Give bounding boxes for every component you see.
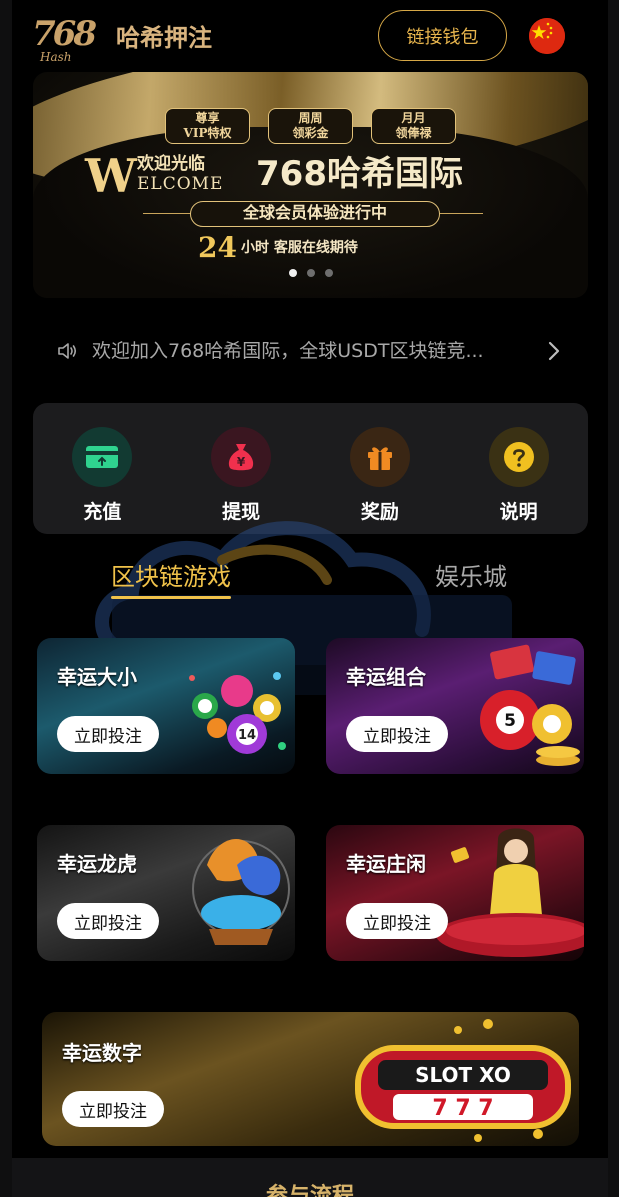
bet-now-button[interactable]: 立即投注: [57, 903, 159, 939]
banner-tag: 周周 领彩金: [268, 108, 353, 144]
carousel-dot[interactable]: [306, 269, 315, 277]
bet-now-button[interactable]: 立即投注: [346, 903, 448, 939]
bet-now-button[interactable]: 立即投注: [62, 1091, 164, 1127]
action-icon-circle: ¥: [211, 427, 272, 487]
banner-tag: 月月 领俸禄: [371, 108, 456, 144]
speaker-icon: [58, 343, 77, 359]
action-label: 说明: [499, 501, 538, 523]
svg-text:7 7 7: 7 7 7: [432, 1096, 493, 1121]
action-icon-circle: [349, 427, 410, 487]
game-card-lucky-combo[interactable]: 5 幸运组合 立即投注: [326, 638, 584, 774]
logo: 768 Hash: [32, 12, 102, 64]
question-icon: [503, 442, 534, 472]
welcome-cn: 欢迎光临: [137, 154, 205, 174]
lottery-ticket-image: 5: [480, 644, 580, 766]
game-name: 幸运龙虎: [57, 852, 137, 876]
money-bag-icon: ¥: [229, 444, 254, 471]
bet-now-button[interactable]: 立即投注: [57, 716, 159, 752]
service-number: 24: [198, 231, 237, 264]
card-icon: [86, 446, 119, 468]
banner-tags: 尊享 VIP特权 周周 领彩金 月月 领俸禄: [33, 108, 588, 144]
action-withdraw[interactable]: ¥ 提现: [181, 403, 301, 534]
game-card-lucky-number[interactable]: SLOT XO 7 7 7 幸运数字 立即投注: [42, 1012, 579, 1146]
action-reward[interactable]: 奖励: [320, 403, 440, 534]
service-text: 小时 客服在线期待: [240, 240, 358, 256]
action-icon-circle: [488, 427, 549, 487]
brand-title: 哈希押注: [116, 24, 212, 52]
action-label: 奖励: [360, 501, 399, 523]
banner-service: 24 小时 客服在线期待: [198, 232, 358, 264]
section-title: 参与流程: [265, 1184, 354, 1197]
lottery-balls-image: 14: [189, 672, 286, 754]
svg-text:SLOT XO: SLOT XO: [415, 1063, 511, 1087]
bet-now-button[interactable]: 立即投注: [346, 716, 448, 752]
dealer-table-image: [436, 828, 584, 957]
notice-bar[interactable]: 欢迎加入768哈希国际，全球USDT区块链竞...: [56, 332, 568, 370]
action-deposit[interactable]: 充值: [42, 403, 162, 534]
game-name: 幸运大小: [57, 665, 137, 689]
slot-machine-image: SLOT XO 7 7 7: [355, 1019, 571, 1142]
china-flag-icon[interactable]: [529, 18, 565, 54]
svg-text:5: 5: [504, 711, 516, 731]
chevron-right-icon[interactable]: [544, 339, 564, 363]
carousel-dot[interactable]: [324, 269, 333, 277]
connect-wallet-button[interactable]: 链接钱包: [378, 10, 507, 61]
gift-icon: [367, 447, 392, 470]
welcome-big-letter: W: [85, 149, 137, 203]
app-screen: 768 Hash 哈希押注 链接钱包 尊享 VIP特权 周周 领彩金 月月 领俸禄 W: [12, 0, 608, 1197]
action-icon-circle: [72, 427, 133, 487]
game-tabs: 区块链游戏 娱乐城: [12, 556, 608, 604]
tab-casino[interactable]: 娱乐城: [435, 562, 507, 592]
banner-tag: 尊享 VIP特权: [165, 108, 250, 144]
dragon-tiger-image: [192, 838, 290, 945]
carousel-dot[interactable]: [288, 269, 297, 277]
banner-title: 768哈希国际: [256, 154, 463, 194]
game-card-lucky-size[interactable]: 14 幸运大小 立即投注: [37, 638, 295, 774]
logo-sub: Hash: [40, 50, 72, 64]
svg-text:14: 14: [238, 728, 256, 743]
promo-banner[interactable]: 尊享 VIP特权 周周 领彩金 月月 领俸禄 W 欢迎光临 ELCOME 768哈希国…: [33, 72, 588, 298]
game-name: 幸运庄闲: [346, 852, 426, 876]
game-card-lucky-dragon-tiger[interactable]: 幸运龙虎 立即投注: [37, 825, 295, 961]
header: 768 Hash 哈希押注 链接钱包: [12, 0, 608, 72]
action-help[interactable]: 说明: [459, 403, 579, 534]
carousel-dots: [33, 269, 588, 277]
quick-actions: 充值 ¥ 提现 奖励 说明: [33, 403, 588, 534]
action-label: 充值: [83, 501, 122, 523]
welcome-en: ELCOME: [137, 174, 224, 194]
game-card-lucky-banker[interactable]: 幸运庄闲 立即投注: [326, 825, 584, 961]
banner-pill: 全球会员体验进行中: [190, 201, 440, 227]
process-section: 参与流程: [12, 1158, 608, 1197]
svg-text:¥: ¥: [237, 455, 246, 469]
game-name: 幸运数字: [62, 1041, 142, 1065]
game-name: 幸运组合: [346, 665, 426, 689]
notice-text: 欢迎加入768哈希国际，全球USDT区块链竞...: [92, 340, 484, 362]
action-label: 提现: [222, 501, 261, 523]
tab-blockchain-games[interactable]: 区块链游戏: [111, 562, 231, 592]
tab-underline: [111, 596, 231, 599]
